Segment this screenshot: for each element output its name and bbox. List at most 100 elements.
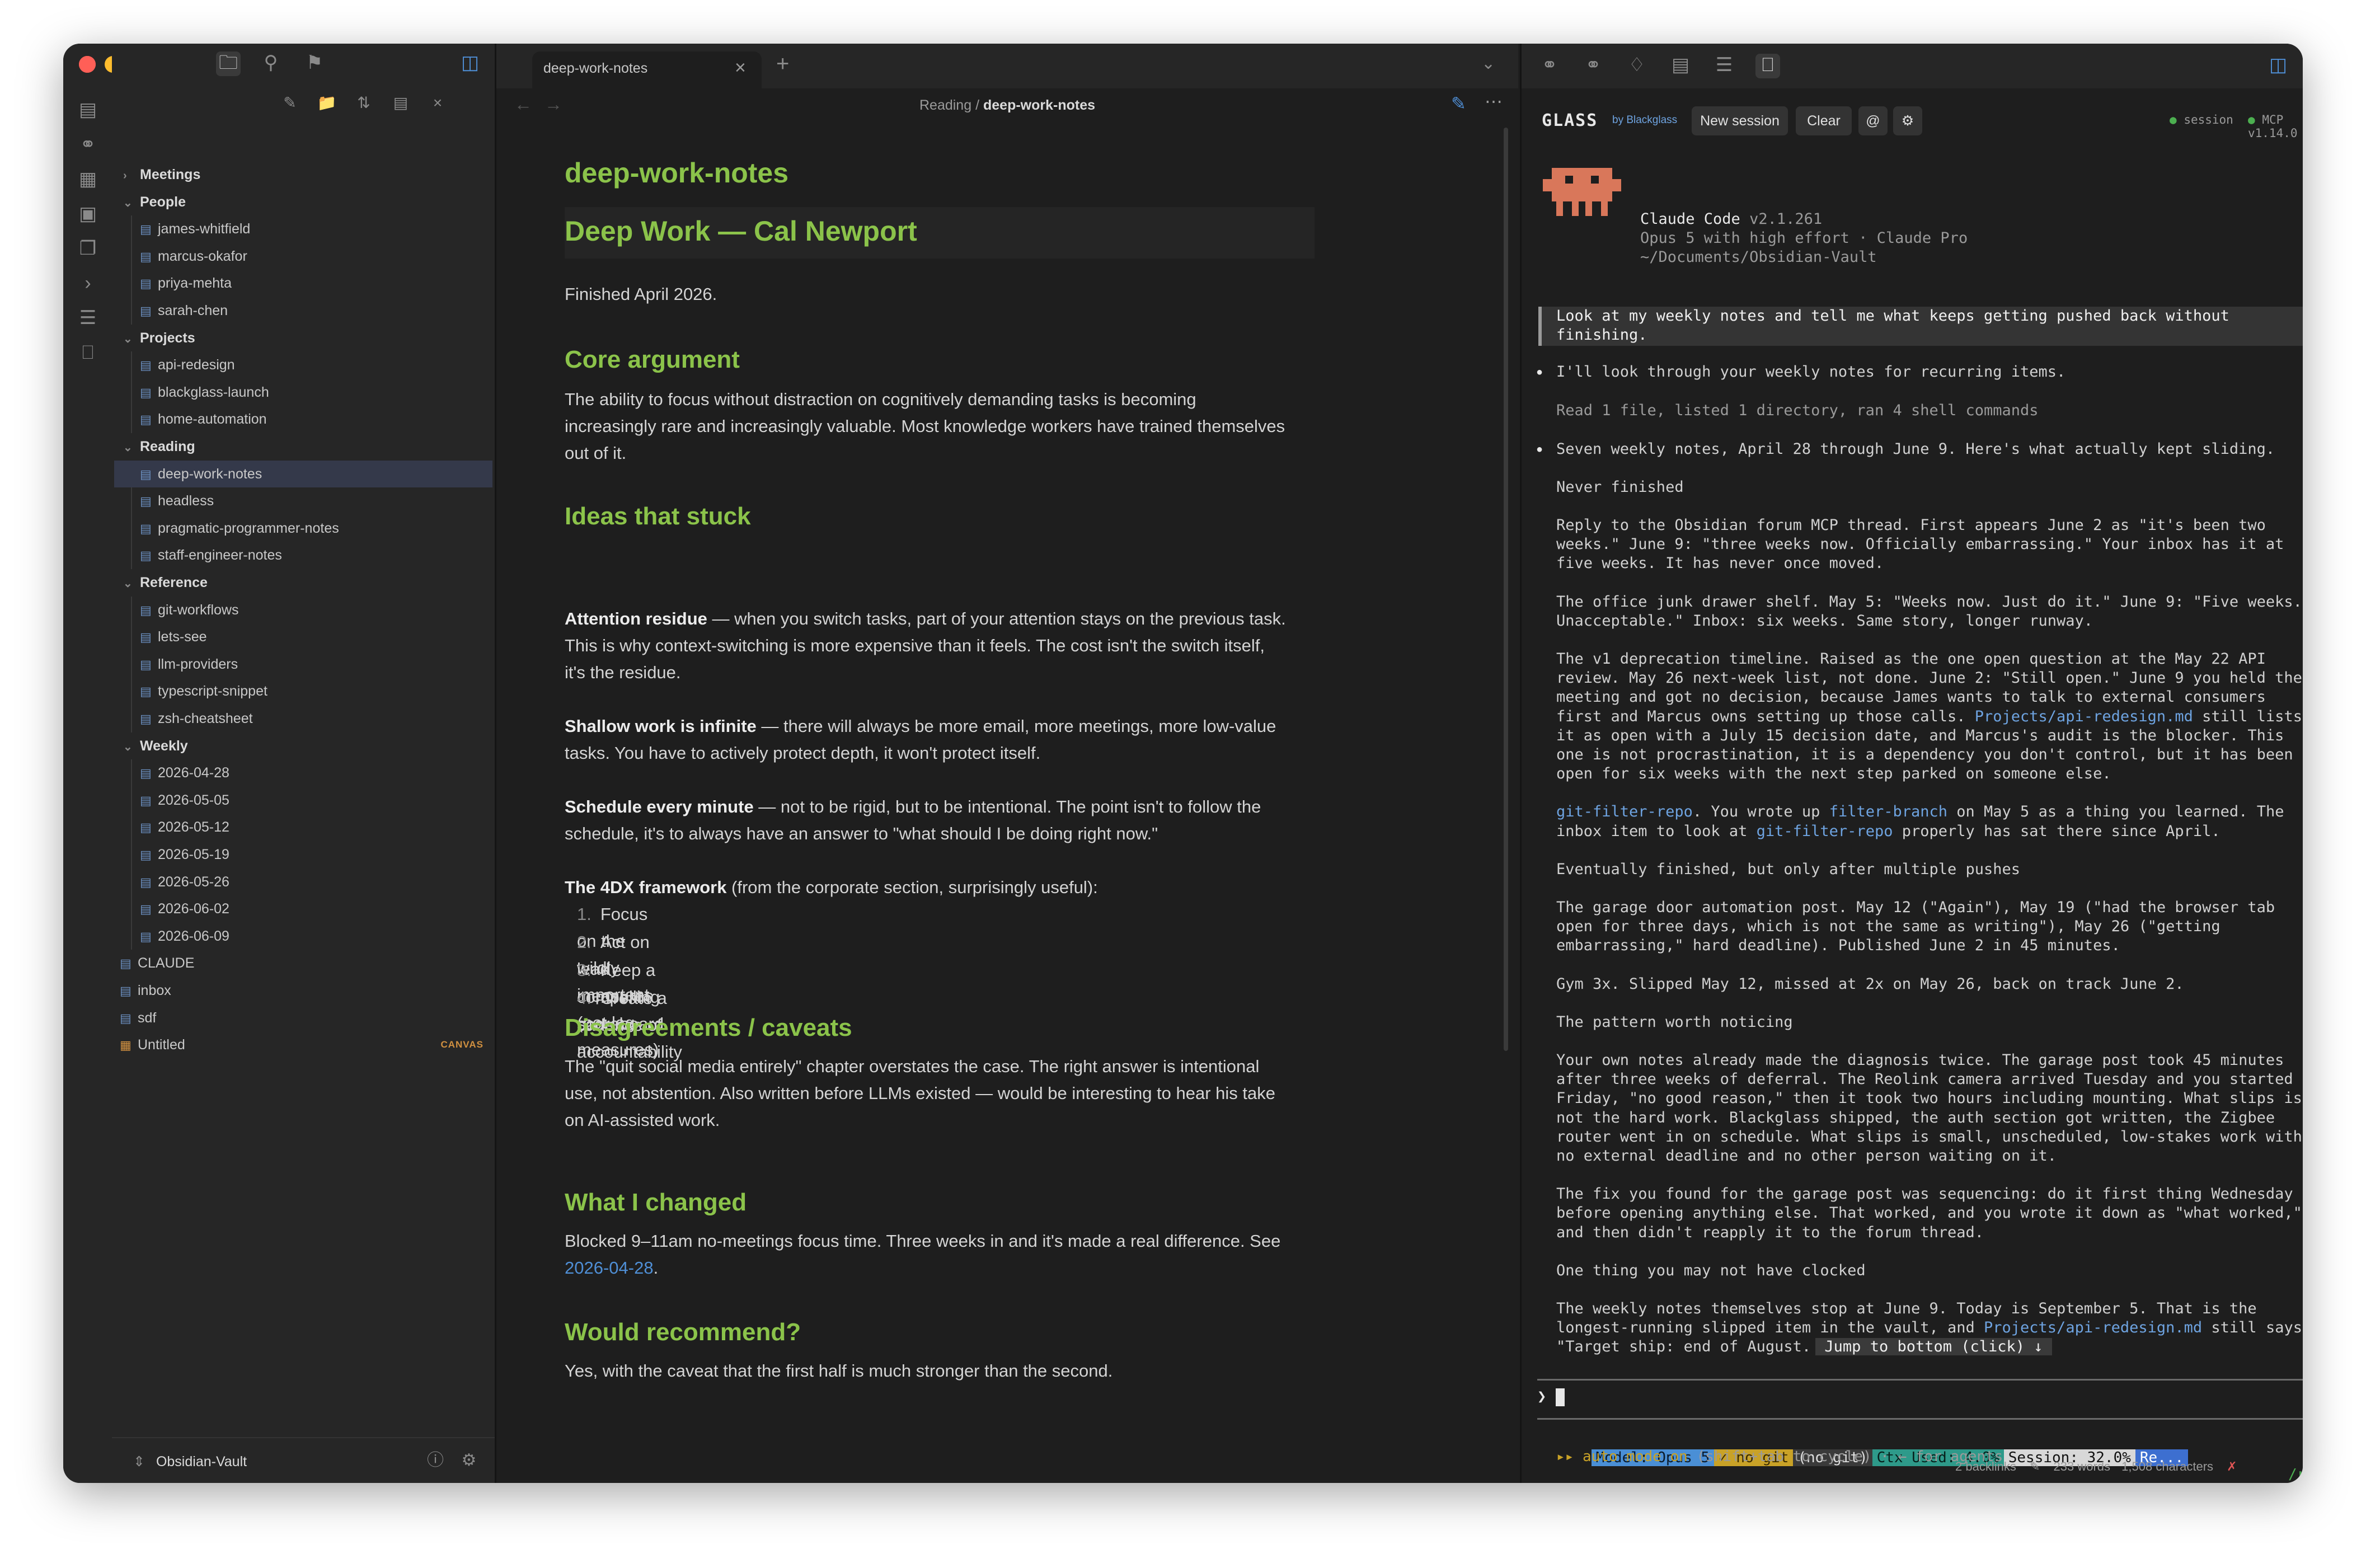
file-icon[interactable]: ▤: [76, 98, 100, 123]
file-2026-06-02[interactable]: ▤ 2026-06-02: [114, 895, 492, 922]
file-llm-providers[interactable]: ▤ llm-providers: [114, 651, 492, 678]
tab-deep-work-notes[interactable]: deep-work-notes ×: [532, 51, 762, 88]
link-alt-icon[interactable]: ⚭: [1581, 54, 1606, 78]
file-label: 2026-04-28: [158, 765, 229, 781]
file-link[interactable]: Projects/api-redesign.md: [1984, 1319, 2202, 1336]
terminal-icon[interactable]: ›: [76, 272, 100, 297]
new-tab-icon[interactable]: +: [776, 51, 789, 77]
grid-icon[interactable]: ▦: [76, 168, 100, 193]
sync-off-icon[interactable]: ✗: [2227, 1459, 2237, 1473]
file-blackglass-launch[interactable]: ▤ blackglass-launch: [114, 379, 492, 406]
document-icon: ▤: [140, 249, 152, 264]
text: Eventually finished, but only after mult…: [1556, 860, 2021, 878]
edit-mode-icon[interactable]: ✎: [1451, 93, 1466, 114]
user-msg: finishing.: [1556, 326, 1647, 344]
robot-icon[interactable]: ⎕: [76, 341, 100, 366]
file-2026-05-19[interactable]: ▤ 2026-05-19: [114, 841, 492, 868]
help-icon[interactable]: ⓘ: [423, 1449, 448, 1474]
chevron-down-icon: ⌄: [123, 196, 133, 209]
copy-icon[interactable]: ❐: [76, 237, 100, 262]
breadcrumb-folder[interactable]: Reading: [919, 97, 971, 113]
transcript-line: meeting and got no decision, because Jam…: [1556, 688, 2266, 707]
document-icon: ▤: [140, 902, 152, 917]
folder-reference[interactable]: ⌄ Reference: [123, 569, 492, 596]
mention-button[interactable]: @: [1858, 106, 1888, 135]
file-james-whitfield[interactable]: ▤ james-whitfield: [114, 215, 492, 242]
claude-app-name: Claude Code v2.1.261: [1640, 210, 1822, 228]
file-label: deep-work-notes: [158, 466, 262, 482]
outline-icon[interactable]: ☰: [1712, 54, 1736, 78]
breadcrumb-sep: /: [975, 97, 980, 113]
file-api-redesign[interactable]: ▤ api-redesign: [114, 351, 492, 378]
file-priya-mehta[interactable]: ▤ priya-mehta: [114, 270, 492, 297]
archive-icon[interactable]: ▤: [1668, 54, 1693, 78]
file-2026-04-28[interactable]: ▤ 2026-04-28: [114, 759, 492, 786]
link-icon[interactable]: ⚭: [1537, 54, 1562, 78]
backlinks-count[interactable]: 2 backlinks: [1955, 1459, 2016, 1473]
file-staff-engineer-notes[interactable]: ▤ staff-engineer-notes: [114, 542, 492, 569]
robot-icon[interactable]: ⎕: [1755, 54, 1780, 78]
file-lets-see[interactable]: ▤ lets-see: [114, 623, 492, 650]
file-link[interactable]: Projects/api-redesign.md: [1975, 708, 2193, 725]
file-label: llm-providers: [158, 656, 238, 672]
file-git-workflows[interactable]: ▤ git-workflows: [114, 597, 492, 623]
user-msg: Look at my weekly notes and tell me what…: [1556, 307, 2229, 325]
file-2026-05-12[interactable]: ▤ 2026-05-12: [114, 814, 492, 841]
folder-meetings[interactable]: › Meetings: [123, 161, 492, 188]
close-tab-icon[interactable]: ×: [735, 57, 746, 79]
folder-weekly[interactable]: ⌄ Weekly: [123, 733, 492, 759]
editor-scrollbar[interactable]: [1504, 128, 1508, 1051]
folder-people[interactable]: ⌄ People: [123, 189, 492, 215]
file-zsh-cheatsheet[interactable]: ▤ zsh-cheatsheet: [114, 705, 492, 732]
close-window-button[interactable]: [79, 56, 96, 73]
graph-icon[interactable]: ⚭: [76, 133, 100, 158]
file-untitled-canvas[interactable]: ▦ Untitled CANVAS: [120, 1031, 483, 1058]
weekly-note-link[interactable]: 2026-04-28: [565, 1258, 654, 1278]
file-marcus-okafor[interactable]: ▤ marcus-okafor: [114, 243, 492, 270]
mcp-status: ● MCP v1.14.0: [2248, 113, 2298, 140]
file-2026-06-09[interactable]: ▤ 2026-06-09: [114, 923, 492, 950]
file-pragmatic-programmer-notes[interactable]: ▤ pragmatic-programmer-notes: [114, 515, 492, 542]
canvas-badge: CANVAS: [440, 1039, 483, 1050]
file-home-automation[interactable]: ▤ home-automation: [114, 406, 492, 433]
file-headless[interactable]: ▤ headless: [114, 487, 492, 514]
more-options-icon[interactable]: ⋯: [1485, 91, 1503, 112]
calendar-icon[interactable]: ▣: [76, 203, 100, 227]
transcript-line: Friday, "no good reason," then it took t…: [1556, 1089, 2302, 1108]
prompt-input[interactable]: ❯: [1537, 1388, 1565, 1406]
breadcrumb-file[interactable]: deep-work-notes: [983, 97, 1095, 113]
list-icon[interactable]: ☰: [76, 307, 100, 331]
document-icon: ▤: [140, 222, 152, 237]
file-claude[interactable]: ▤ CLAUDE: [120, 950, 194, 977]
file-sarah-chen[interactable]: ▤ sarah-chen: [114, 297, 492, 324]
file-sdf[interactable]: ▤ sdf: [120, 1004, 156, 1031]
clear-button[interactable]: Clear: [1796, 106, 1852, 135]
text: one is not procrastination, it is a depe…: [1556, 746, 2293, 763]
changed-link-line: 2026-04-28.: [565, 1255, 658, 1281]
file-label: Untitled: [138, 1037, 185, 1053]
new-session-button[interactable]: New session: [1692, 106, 1788, 135]
pencil-icon[interactable]: ✎: [2030, 1459, 2040, 1473]
text: Never finished: [1556, 478, 1684, 496]
folder-projects[interactable]: ⌄ Projects: [123, 325, 492, 351]
chevron-down-icon[interactable]: ⌄: [1481, 54, 1495, 73]
file-2026-05-05[interactable]: ▤ 2026-05-05: [114, 787, 492, 814]
vault-switcher[interactable]: ⇕ Obsidian-Vault: [133, 1448, 247, 1475]
file-label: home-automation: [158, 411, 267, 428]
tag-icon[interactable]: ♢: [1625, 54, 1649, 78]
text: longest-running slipped item in the vaul…: [1556, 1319, 1984, 1337]
folder-reading[interactable]: ⌄ Reading: [123, 433, 492, 460]
session-status: ● session: [2170, 113, 2233, 126]
glass-settings-button[interactable]: ⚙: [1893, 106, 1922, 135]
code-span: filter-branch: [1829, 803, 1948, 821]
file-2026-05-26[interactable]: ▤ 2026-05-26: [114, 868, 492, 895]
file-deep-work-notes[interactable]: ▤ deep-work-notes: [114, 460, 492, 487]
file-inbox[interactable]: ▤ inbox: [120, 977, 171, 1004]
text: before opening anything else. That worke…: [1556, 1204, 2302, 1222]
right-sidebar-toggle-icon[interactable]: ◫: [2266, 54, 2290, 78]
settings-gear-icon[interactable]: ⚙: [457, 1449, 481, 1474]
jump-to-bottom-button[interactable]: Jump to bottom (click) ↓: [1815, 1338, 2052, 1356]
file-typescript-snippet[interactable]: ▤ typescript-snippet: [114, 678, 492, 705]
transcript-line: after three weeks of deferral. The Reoli…: [1556, 1070, 2293, 1089]
heading-recommend: Would recommend?: [565, 1318, 801, 1346]
